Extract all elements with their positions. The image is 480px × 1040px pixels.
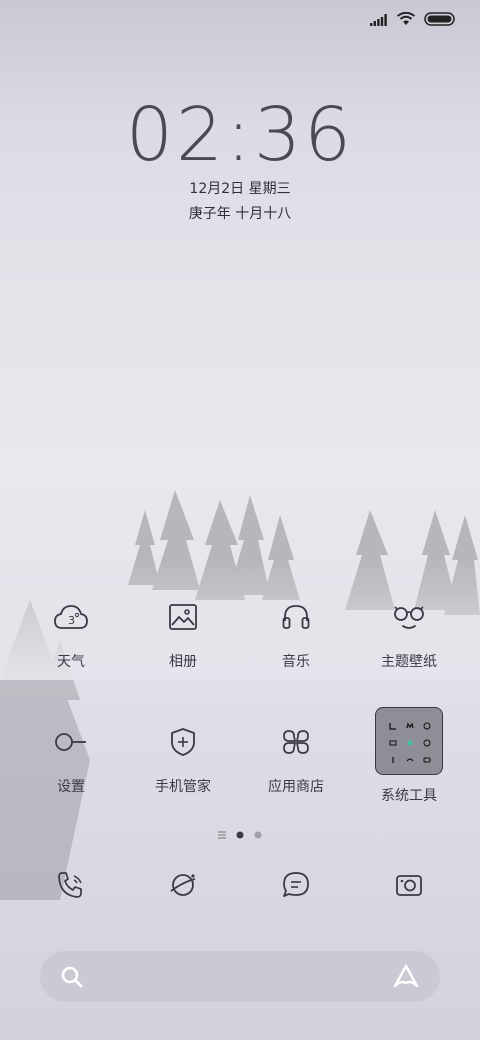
app-settings[interactable]: 设置 (11, 722, 131, 796)
notes-icon (385, 735, 401, 751)
scanner-icon (402, 752, 418, 768)
recorder-icon (402, 718, 418, 734)
menu-lines-icon (218, 824, 226, 843)
tools-folder-icon (375, 707, 443, 775)
flashlight-icon (385, 752, 401, 768)
page-dot-active (236, 824, 244, 843)
battery-icon (424, 11, 456, 30)
app-weather[interactable]: 3 天气 (11, 597, 131, 671)
app-music[interactable]: 音乐 (236, 597, 356, 671)
phone-icon (56, 870, 86, 904)
file-icon (419, 735, 435, 751)
lock-clock: 02:36 (125, 92, 355, 178)
dock-phone[interactable] (11, 870, 131, 904)
themes-icon (389, 597, 429, 637)
app-themes[interactable]: 主题壁纸 (349, 597, 469, 671)
weather-temp: 3 (68, 614, 75, 627)
calculator-icon (385, 718, 401, 734)
app-label: 系统工具 (381, 788, 437, 804)
dock-camera[interactable] (349, 870, 469, 904)
app-security[interactable]: 手机管家 (123, 722, 243, 796)
app-label: 音乐 (282, 654, 310, 670)
signal-icon (370, 11, 388, 30)
app-label: 应用商店 (268, 779, 324, 795)
app-label: 天气 (57, 654, 85, 670)
assistant-icon[interactable] (392, 963, 420, 995)
dock-messages[interactable] (236, 870, 356, 904)
wifi-icon (396, 11, 416, 30)
app-store[interactable]: 应用商店 (236, 722, 356, 796)
clock-icon (419, 718, 435, 734)
app-label: 相册 (169, 654, 197, 670)
app-store-icon (276, 722, 316, 762)
app-label: 主题壁纸 (381, 654, 437, 670)
camera-icon (394, 870, 424, 904)
settings-icon (51, 722, 91, 762)
app-label: 设置 (57, 779, 85, 795)
search-icon[interactable] (60, 965, 84, 993)
lunar-date-text: 庚子年 十月十八 (188, 206, 292, 222)
search-bar[interactable] (40, 951, 440, 1002)
compass-icon (402, 735, 418, 751)
mirror-icon (419, 752, 435, 768)
app-gallery[interactable]: 相册 (123, 597, 243, 671)
security-icon (163, 722, 203, 762)
music-icon (276, 597, 316, 637)
gallery-icon (163, 597, 203, 637)
weather-icon: 3 (51, 597, 91, 637)
messages-icon (281, 870, 311, 904)
dock-browser[interactable] (123, 870, 243, 904)
app-label: 手机管家 (155, 779, 211, 795)
page-dot (254, 824, 262, 843)
app-folder-tools[interactable]: 系统工具 (349, 707, 469, 805)
status-bar (370, 10, 456, 30)
date-text: 12月2日 星期三 (189, 181, 291, 197)
browser-icon (168, 870, 198, 904)
page-indicator[interactable] (0, 824, 480, 843)
